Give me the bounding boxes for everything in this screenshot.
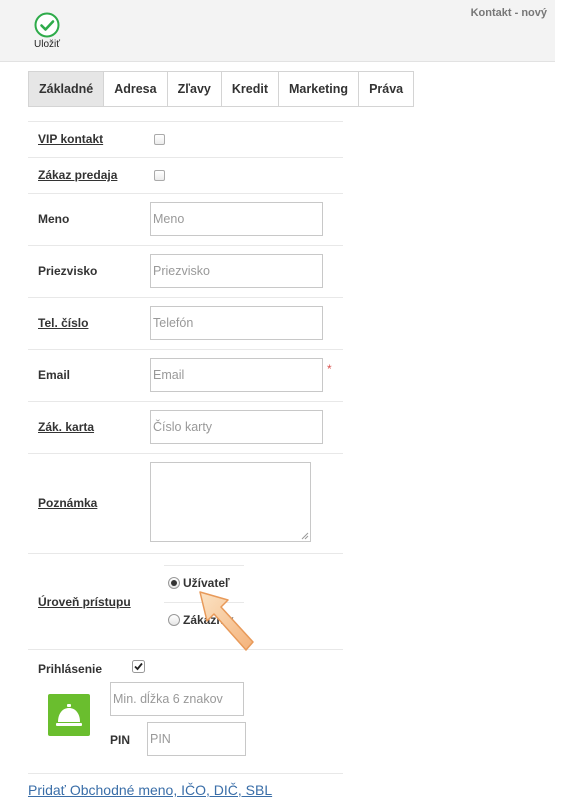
login-row: Prihlásenie Min. dĺžka 6 znakov PIN PIN: [28, 649, 343, 773]
tab-bar: Základné Adresa Zľavy Kredit Marketing P…: [28, 71, 415, 107]
radio-user[interactable]: [168, 577, 180, 589]
surname-row: Priezvisko Priezvisko: [28, 245, 343, 297]
email-row: Email Email *: [28, 349, 343, 401]
card-placeholder: Číslo karty: [153, 420, 213, 434]
card-row: Zák. karta Číslo karty: [28, 401, 343, 453]
login-checkbox[interactable]: [132, 660, 145, 673]
login-label: Prihlásenie: [38, 662, 103, 676]
window-title: Kontakt - nový: [470, 7, 547, 19]
check-circle-icon: [34, 12, 60, 38]
phone-placeholder: Telefón: [153, 316, 194, 330]
radio-customer[interactable]: [168, 614, 180, 626]
access-label[interactable]: Úroveň prístupu: [38, 595, 131, 609]
vip-row: VIP kontakt: [28, 121, 343, 157]
tab-zlavy[interactable]: Zľavy: [166, 71, 222, 107]
pin-input[interactable]: PIN: [147, 722, 246, 756]
name-placeholder: Meno: [153, 212, 185, 226]
email-label: Email: [38, 368, 71, 382]
pointer-arrow-icon: [199, 591, 254, 651]
pin-placeholder: PIN: [150, 732, 171, 746]
save-label: Uložiť: [34, 39, 60, 50]
contact-form: VIP kontakt Zákaz predaja Meno Meno Prie…: [28, 121, 343, 774]
sale-ban-label[interactable]: Zákaz predaja: [38, 168, 117, 182]
note-label[interactable]: Poznámka: [38, 496, 97, 510]
bell-icon: [56, 704, 82, 726]
note-row: Poznámka: [28, 453, 343, 553]
resize-handle-icon[interactable]: [301, 532, 309, 540]
surname-input[interactable]: Priezvisko: [150, 254, 323, 288]
form-end-divider: [28, 773, 343, 774]
password-placeholder: Min. dĺžka 6 znakov: [113, 692, 223, 706]
email-input[interactable]: Email: [150, 358, 323, 392]
add-business-link[interactable]: Pridať Obchodné meno, IČO, DIČ, SBL: [28, 782, 272, 798]
name-label: Meno: [38, 212, 70, 226]
card-input[interactable]: Číslo karty: [150, 410, 323, 444]
access-row: Úroveň prístupu Užívateľ Zákazník: [28, 553, 343, 649]
card-label[interactable]: Zák. karta: [38, 420, 94, 434]
name-row: Meno Meno: [28, 193, 343, 245]
save-button[interactable]: Uložiť: [27, 10, 67, 50]
phone-input[interactable]: Telefón: [150, 306, 323, 340]
surname-placeholder: Priezvisko: [153, 264, 210, 278]
note-textarea[interactable]: [150, 462, 311, 542]
sale-ban-checkbox[interactable]: [154, 170, 165, 181]
vip-checkbox[interactable]: [154, 134, 165, 145]
pin-label: PIN: [110, 733, 131, 747]
name-input[interactable]: Meno: [150, 202, 323, 236]
tab-adresa[interactable]: Adresa: [103, 71, 168, 107]
top-toolbar: Uložiť Kontakt - nový: [0, 0, 555, 62]
sale-ban-row: Zákaz predaja: [28, 157, 343, 193]
vip-label[interactable]: VIP kontakt: [38, 132, 103, 146]
required-mark: *: [327, 362, 332, 376]
email-placeholder: Email: [153, 368, 185, 382]
tab-prava[interactable]: Práva: [358, 71, 415, 107]
tab-marketing[interactable]: Marketing: [278, 71, 360, 107]
phone-label[interactable]: Tel. číslo: [38, 316, 88, 330]
phone-row: Tel. číslo Telefón: [28, 297, 343, 349]
radio-user-label[interactable]: Užívateľ: [183, 576, 230, 590]
tab-kredit[interactable]: Kredit: [220, 71, 280, 107]
tab-zakladne[interactable]: Základné: [28, 71, 105, 107]
surname-label: Priezvisko: [38, 264, 98, 278]
password-input[interactable]: Min. dĺžka 6 znakov: [110, 682, 244, 716]
login-icon: [48, 694, 90, 736]
